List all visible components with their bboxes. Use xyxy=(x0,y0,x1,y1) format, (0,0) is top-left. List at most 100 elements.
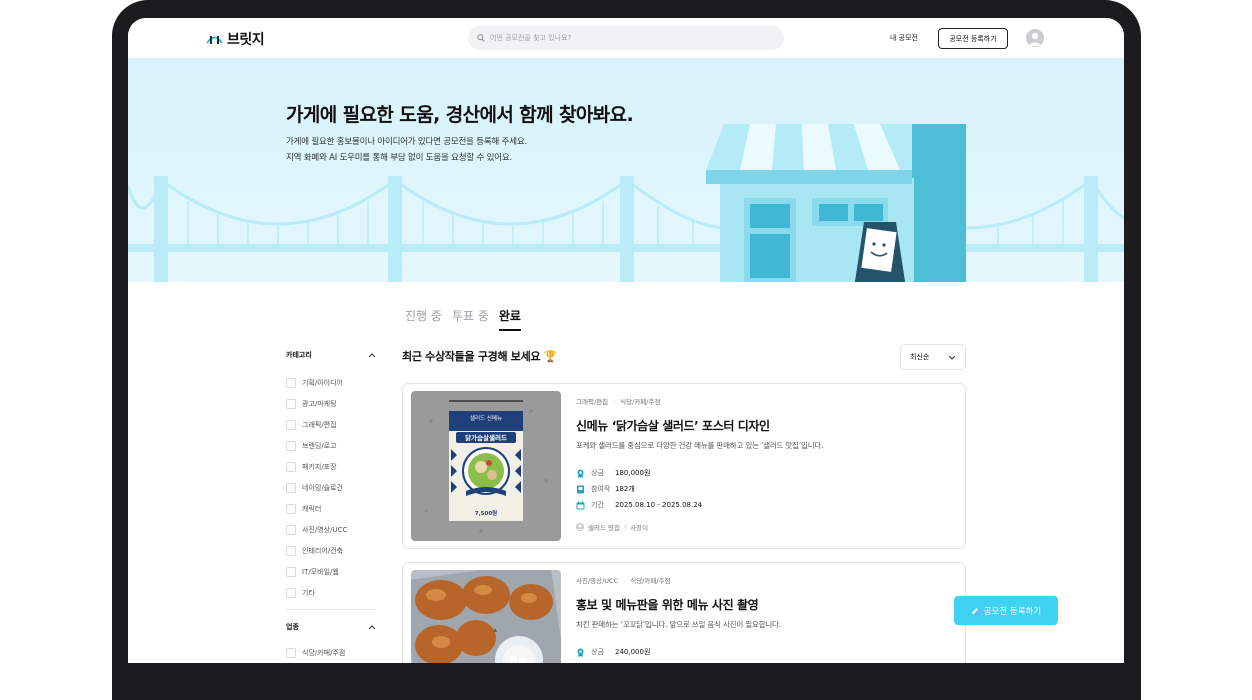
prize-label: 상금 xyxy=(591,648,604,656)
user-icon xyxy=(1028,32,1042,46)
card-title[interactable]: 신메뉴 ‘닭가슴살 샐러드’ 포스터 디자인 xyxy=(576,417,770,434)
category-option[interactable]: 브랜딩/로고 xyxy=(286,435,376,456)
register-contest-button[interactable]: 공모전 등록하기 xyxy=(938,28,1008,49)
shop-name: 샐러드 맛집 xyxy=(588,524,620,532)
category-label: 기획/아이디어 xyxy=(302,378,343,387)
industry-header[interactable]: 업종 xyxy=(286,620,376,634)
checkbox[interactable] xyxy=(286,461,296,472)
category-header[interactable]: 카테고리 xyxy=(286,348,376,362)
checkbox[interactable] xyxy=(286,440,296,451)
period-value: 2025.08.10 - 2025.08.24 xyxy=(615,501,703,509)
category-label: 광고/마케팅 xyxy=(302,399,337,408)
app-screen: 브릿지 내 공모전 공모전 등록하기 xyxy=(128,18,1124,663)
checkbox[interactable] xyxy=(286,503,296,514)
logo-icon xyxy=(206,36,223,44)
category-option[interactable]: 그래픽/편집 xyxy=(286,414,376,435)
my-contests-link[interactable]: 내 공모전 xyxy=(890,33,918,43)
search-icon xyxy=(477,34,485,42)
category-label: IT/모바일/웹 xyxy=(302,567,339,576)
sort-dropdown[interactable]: 최신순 xyxy=(900,344,966,370)
chevron-up-icon xyxy=(368,352,376,357)
top-nav: 브릿지 내 공모전 공모전 등록하기 xyxy=(128,18,1124,58)
host-info: 샐러드 맛집 | 사장이 xyxy=(576,522,648,532)
category-label: 패키지/포장 xyxy=(302,462,337,471)
industry-title: 업종 xyxy=(286,623,299,631)
checkbox[interactable] xyxy=(286,587,296,598)
checkbox[interactable] xyxy=(286,419,296,430)
category-option[interactable]: 기획/아이디어 xyxy=(286,372,376,393)
category-option[interactable]: 캐릭터 xyxy=(286,498,376,519)
category-label: 인테리어/건축 xyxy=(302,546,343,555)
status-tabs: 진행 중 투표 중 완료 xyxy=(405,307,521,331)
poster-price-text: 7,500원 xyxy=(475,509,497,517)
fried-chicken-image xyxy=(411,570,561,663)
floating-button-label: 공모전 등록하기 xyxy=(983,606,1042,617)
category-option[interactable]: 사진/영상/UCC xyxy=(286,519,376,540)
period-row: 기간 2025.08.10 - 2025.08.24 xyxy=(576,500,702,510)
category-option[interactable]: 광고/마케팅 xyxy=(286,393,376,414)
category-option[interactable]: IT/모바일/웹 xyxy=(286,561,376,582)
participants-label: 참여작 xyxy=(591,485,611,493)
contest-card[interactable]: 샐러드 신메뉴 닭가슴살샐러드 7,500원 그래픽/편집 · 식당/카페/주점 신… xyxy=(402,383,966,549)
tag: 식당/카페/주점 xyxy=(630,577,671,585)
tag: 사진/영상/UCC xyxy=(576,577,619,585)
tag: 식당/카페/주점 xyxy=(620,398,661,406)
avatar[interactable] xyxy=(1026,29,1044,47)
chevron-down-icon xyxy=(948,355,956,360)
checkbox[interactable] xyxy=(286,524,296,535)
checkbox[interactable] xyxy=(286,482,296,493)
card-tags: 사진/영상/UCC · 식당/카페/주점 xyxy=(576,577,671,585)
search-input[interactable] xyxy=(490,34,770,42)
checkbox[interactable] xyxy=(286,545,296,556)
participants-value: 182개 xyxy=(615,485,635,493)
section-title: 최근 수상작들을 구경해 보세요 🏆 xyxy=(402,350,558,363)
divider xyxy=(286,609,376,610)
prize-label: 상금 xyxy=(591,469,604,477)
category-label: 그래픽/편집 xyxy=(302,420,337,429)
participants-row: 참여작 182개 xyxy=(576,484,635,494)
checkbox[interactable] xyxy=(286,566,296,577)
category-option[interactable]: 인테리어/건축 xyxy=(286,540,376,561)
card-tags: 그래픽/편집 · 식당/카페/주점 xyxy=(576,398,661,406)
category-option[interactable]: 패키지/포장 xyxy=(286,456,376,477)
checkbox[interactable] xyxy=(286,647,296,658)
category-option[interactable]: 기타 xyxy=(286,582,376,603)
checkbox[interactable] xyxy=(286,398,296,409)
prize-row: 상금 180,000원 xyxy=(576,468,650,478)
card-description: 치킨 판매하는 ‘꼬꼬닭’입니다. 앞으로 쓰일 음식 사진이 필요합니다. xyxy=(576,620,781,629)
search-bar[interactable] xyxy=(468,26,784,50)
store-illustration xyxy=(706,124,966,282)
pencil-icon xyxy=(971,607,978,614)
calendar-icon xyxy=(576,500,585,509)
tab-completed[interactable]: 완료 xyxy=(498,307,521,331)
sort-label: 최신순 xyxy=(910,353,930,361)
category-label: 캐릭터 xyxy=(302,504,322,513)
tab-in-progress[interactable]: 진행 중 xyxy=(405,307,442,331)
hero-title: 가게에 필요한 도움, 경산에서 함께 찾아봐요. xyxy=(286,104,634,126)
card-description: 포케와 샐러드를 중심으로 다양한 건강 메뉴를 판매하고 있는 ‘샐러드 맛집… xyxy=(576,441,824,450)
industry-option[interactable]: 식당/카페/주점 xyxy=(286,642,376,663)
floating-register-button[interactable]: 공모전 등록하기 xyxy=(954,596,1058,625)
entries-icon xyxy=(577,485,584,493)
period-label: 기간 xyxy=(591,501,604,509)
user-icon xyxy=(576,523,584,531)
contest-card[interactable]: 사진/영상/UCC · 식당/카페/주점 홍보 및 메뉴판을 위한 메뉴 사진 촬영… xyxy=(402,562,966,663)
logo-text: 브릿지 xyxy=(227,32,265,48)
logo[interactable]: 브릿지 xyxy=(206,29,265,49)
owner-name: 사장이 xyxy=(630,524,649,532)
category-label: 기타 xyxy=(302,588,315,597)
medal-icon xyxy=(577,648,584,657)
tag: 그래픽/편집 xyxy=(576,398,609,406)
poster-image: 샐러드 신메뉴 닭가슴살샐러드 7,500원 xyxy=(411,391,561,541)
checkbox[interactable] xyxy=(286,377,296,388)
category-label: 브랜딩/로고 xyxy=(302,441,337,450)
filter-sidebar: 카테고리 기획/아이디어 광고/마케팅 그래픽/편집 브랜딩/로고 패키지/포장… xyxy=(286,348,376,663)
chevron-up-icon xyxy=(368,624,376,629)
tab-voting[interactable]: 투표 중 xyxy=(452,307,489,331)
photo-thumbnail xyxy=(411,570,561,663)
industry-label: 식당/카페/주점 xyxy=(302,648,346,657)
hero-banner: 가게에 필요한 도움, 경산에서 함께 찾아봐요. 가게에 필요한 홍보물이나 … xyxy=(128,58,1124,282)
category-option[interactable]: 네이밍/슬로건 xyxy=(286,477,376,498)
card-title[interactable]: 홍보 및 메뉴판을 위한 메뉴 사진 촬영 xyxy=(576,596,759,613)
hero-subtitle-line2: 지역 화폐와 AI 도우미를 통해 부담 없이 도움을 요청할 수 있어요. xyxy=(286,153,512,163)
